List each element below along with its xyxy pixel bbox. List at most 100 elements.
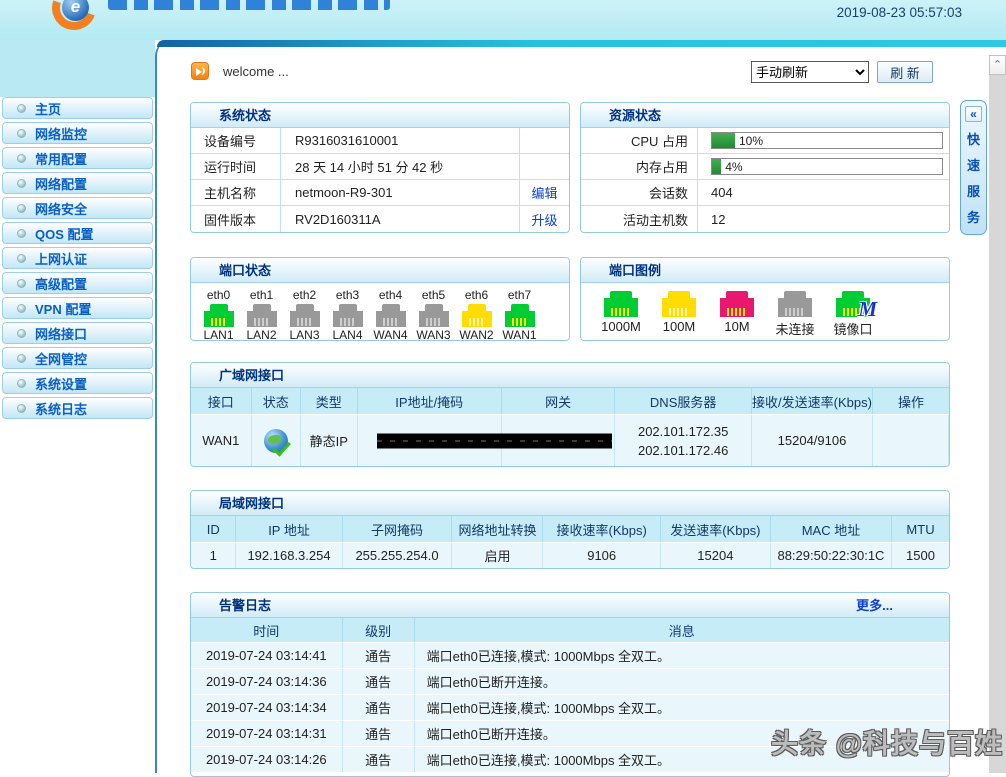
row-label: 内存占用 [581, 154, 698, 179]
sidebar-item-home[interactable]: 主页 [2, 97, 153, 119]
rj45-legend-icon [720, 291, 754, 317]
sidebar-item-label: 网络配置 [35, 174, 87, 193]
sidebar-item-network-monitor[interactable]: 网络监控 [2, 122, 153, 144]
log-time: 2019-07-24 03:14:26 [191, 747, 343, 772]
column-header: 操作 [873, 388, 949, 414]
dns-server-2: 202.101.172.46 [638, 443, 728, 458]
orb-bullet-icon [17, 229, 26, 238]
sidebar-item-label: 网络安全 [35, 199, 87, 218]
port-cell: eth0 LAN1 [197, 288, 240, 341]
wan-interface-panel: 广域网接口 接口 状态 类型 IP地址/掩码 网关 DNS服务器 接收/发送速率… [190, 362, 950, 467]
port-eth-label: eth4 [369, 288, 412, 302]
sidebar-item-label: 全网管控 [35, 349, 87, 368]
table-row: 2019-07-24 03:14:34 通告 端口eth0已连接,模式: 100… [191, 694, 949, 720]
sidebar-item-system-log[interactable]: 系统日志 [2, 397, 153, 419]
rj45-port-icon [290, 304, 320, 327]
port-cell: eth5 WAN3 [412, 288, 455, 341]
vertical-scrollbar[interactable]: ⌃ [989, 55, 1006, 773]
orb-bullet-icon [17, 304, 26, 313]
row-value: 28 天 14 小时 51 分 42 秒 [281, 157, 519, 176]
lan-mtu: 1500 [892, 543, 949, 568]
sidebar-item-label: 上网认证 [35, 249, 87, 268]
orb-bullet-icon [17, 329, 26, 338]
column-header: 发送速率(Kbps) [661, 516, 771, 542]
orb-bullet-icon [17, 104, 26, 113]
sidebar-item-network-config[interactable]: 网络配置 [2, 172, 153, 194]
port-name-label: LAN3 [283, 328, 326, 341]
edit-hostname-link[interactable]: 编辑 [531, 183, 557, 202]
column-header: DNS服务器 [615, 388, 751, 414]
sidebar-item-system-settings[interactable]: 系统设置 [2, 372, 153, 394]
memory-progress-bar: 4% [711, 158, 943, 175]
log-message: 端口eth0已连接,模式: 1000Mbps 全双工。 [415, 643, 949, 668]
sidebar-item-network-security[interactable]: 网络安全 [2, 197, 153, 219]
legend-item: 未连接 [773, 289, 817, 338]
orb-bullet-icon [17, 154, 26, 163]
sidebar-item-whole-network-control[interactable]: 全网管控 [2, 347, 153, 369]
sidebar-nav: 主页 网络监控 常用配置 网络配置 网络安全 QOS 配置 上网认证 高级配置 … [0, 97, 155, 422]
rj45-port-icon [376, 304, 406, 327]
refresh-mode-select[interactable]: 手动刷新 [751, 61, 869, 83]
rj45-port-icon [462, 304, 492, 327]
column-header: 接收速率(Kbps) [543, 516, 660, 542]
announcement-speaker-icon [191, 62, 209, 80]
welcome-message: welcome ... [223, 64, 289, 79]
system-clock: 2019-08-23 05:57:03 [837, 5, 962, 20]
panel-title: 局域网接口 [191, 491, 949, 516]
row-label: 运行时间 [191, 154, 281, 179]
orb-bullet-icon [17, 129, 26, 138]
lan-rx-rate: 9106 [543, 543, 660, 568]
legend-label: 10M [715, 319, 759, 334]
port-cell: eth2 LAN3 [283, 288, 326, 341]
port-eth-label: eth5 [412, 288, 455, 302]
wan-action-cell [873, 415, 949, 466]
refresh-button[interactable]: 刷 新 [877, 61, 933, 83]
row-value: R9316031610001 [281, 133, 519, 148]
rj45-port-icon [204, 304, 234, 327]
sidebar-item-common-config[interactable]: 常用配置 [2, 147, 153, 169]
port-name-label: WAN4 [369, 328, 412, 341]
quick-service-tab[interactable]: « 快 速 服 务 [960, 100, 987, 235]
orb-bullet-icon [17, 379, 26, 388]
column-header: 网关 [502, 388, 616, 414]
column-header: 类型 [301, 388, 358, 414]
sidebar-item-advanced-config[interactable]: 高级配置 [2, 272, 153, 294]
port-eth-label: eth6 [455, 288, 498, 302]
collapse-chevron-icon[interactable]: « [965, 106, 982, 122]
log-level: 通告 [343, 695, 415, 720]
legend-item: 1000M [599, 289, 643, 338]
lan-id: 1 [191, 543, 236, 568]
brand-logo: e [40, 0, 110, 34]
panel-title: 端口状态 [191, 258, 569, 283]
rj45-port-icon [247, 304, 277, 327]
log-time: 2019-07-24 03:14:31 [191, 721, 343, 746]
table-row: 2019-07-24 03:14:36 通告 端口eth0已断开连接。 [191, 668, 949, 694]
table-row: 设备编号 R9316031610001 [191, 128, 569, 154]
sidebar-item-vpn-config[interactable]: VPN 配置 [2, 297, 153, 319]
panel-title: 系统状态 [191, 103, 569, 128]
table-row: 固件版本 RV2D160311A 升级 [191, 206, 569, 232]
table-row: 会话数 404 [581, 180, 949, 206]
sidebar-item-label: QOS 配置 [35, 224, 94, 243]
table-row: 活动主机数 12 [581, 206, 949, 232]
column-header: 级别 [343, 618, 415, 642]
port-eth-label: eth1 [240, 288, 283, 302]
log-message: 端口eth0已连接,模式: 1000Mbps 全双工。 [415, 695, 949, 720]
more-logs-link[interactable]: 更多... [856, 593, 893, 618]
legend-label: 100M [657, 319, 701, 334]
lan-ip: 192.168.3.254 [236, 543, 342, 568]
panel-title: 广域网接口 [191, 363, 949, 388]
log-time: 2019-07-24 03:14:36 [191, 669, 343, 694]
scroll-up-arrow-icon[interactable]: ⌃ [989, 55, 1006, 75]
sidebar-item-network-interface[interactable]: 网络接口 [2, 322, 153, 344]
sidebar-item-auth[interactable]: 上网认证 [2, 247, 153, 269]
column-header: 时间 [191, 618, 343, 642]
lan-subnet-mask: 255.255.254.0 [343, 543, 453, 568]
sidebar-item-label: VPN 配置 [35, 299, 91, 318]
row-value: RV2D160311A [281, 212, 519, 227]
upgrade-firmware-link[interactable]: 升级 [531, 210, 557, 229]
sidebar-item-qos-config[interactable]: QOS 配置 [2, 222, 153, 244]
port-cell: eth4 WAN4 [369, 288, 412, 341]
panel-title: 端口图例 [581, 258, 949, 283]
rj45-port-icon [419, 304, 449, 327]
